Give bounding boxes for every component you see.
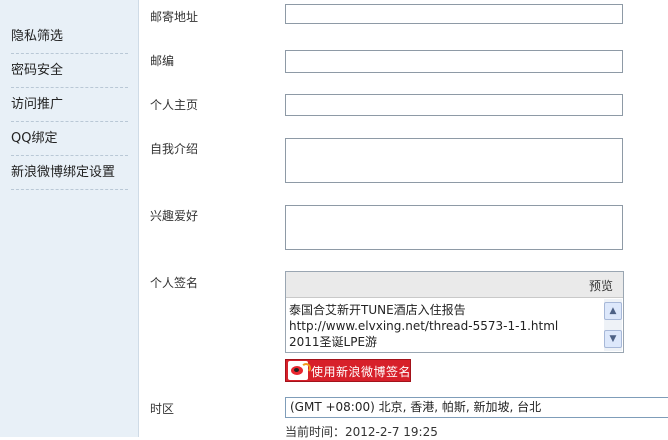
- signature-textarea[interactable]: 泰国合艾新开TUNE酒店入住报告 http://www.elvxing.net/…: [286, 298, 601, 352]
- sidebar-item-visit-promotion[interactable]: 访问推广: [11, 88, 128, 122]
- zipcode-input[interactable]: [285, 50, 623, 73]
- scroll-up-icon[interactable]: ▲: [604, 302, 622, 320]
- weibo-logo-icon: [288, 361, 311, 380]
- timezone-select[interactable]: (GMT +08:00) 北京, 香港, 帕斯, 新加坡, 台北: [285, 397, 668, 418]
- address-label: 邮寄地址: [150, 10, 199, 24]
- hobby-label: 兴趣爱好: [150, 209, 199, 223]
- signature-line: http://www.elvxing.net/thread-5573-1-1.h…: [289, 319, 559, 333]
- sidebar: 隐私筛选 密码安全 访问推广 QQ绑定 新浪微博绑定设置: [0, 0, 139, 437]
- signature-toolbar: 预览: [286, 272, 623, 298]
- sidebar-item-privacy-filter[interactable]: 隐私筛选: [11, 20, 128, 54]
- sidebar-item-weibo-binding[interactable]: 新浪微博绑定设置: [11, 156, 128, 190]
- homepage-label: 个人主页: [150, 98, 199, 112]
- address-input[interactable]: [285, 4, 623, 24]
- homepage-input[interactable]: [285, 94, 623, 116]
- current-time: 当前时间：2012-2-7 19:25: [285, 425, 438, 439]
- signature-line: 2011圣诞LPE游: [289, 335, 378, 349]
- bio-textarea[interactable]: [285, 138, 623, 183]
- signature-line: 泰国合艾新开TUNE酒店入住报告: [289, 303, 466, 317]
- bio-label: 自我介绍: [150, 142, 199, 156]
- sidebar-item-password-security[interactable]: 密码安全: [11, 54, 128, 88]
- signature-editor[interactable]: 预览 泰国合艾新开TUNE酒店入住报告 http://www.elvxing.n…: [285, 271, 624, 353]
- signature-label: 个人签名: [150, 276, 199, 290]
- scroll-down-icon[interactable]: ▼: [604, 330, 622, 348]
- use-weibo-signature-button[interactable]: 使用新浪微博签名: [285, 359, 411, 382]
- preview-link[interactable]: 预览: [589, 277, 613, 294]
- sidebar-item-qq-binding[interactable]: QQ绑定: [11, 122, 128, 156]
- weibo-button-label: 使用新浪微博签名: [311, 365, 412, 379]
- hobby-textarea[interactable]: [285, 205, 623, 250]
- signature-scrollbar[interactable]: ▲ ▼: [604, 299, 622, 351]
- zipcode-label: 邮编: [150, 54, 175, 68]
- timezone-label: 时区: [150, 402, 175, 416]
